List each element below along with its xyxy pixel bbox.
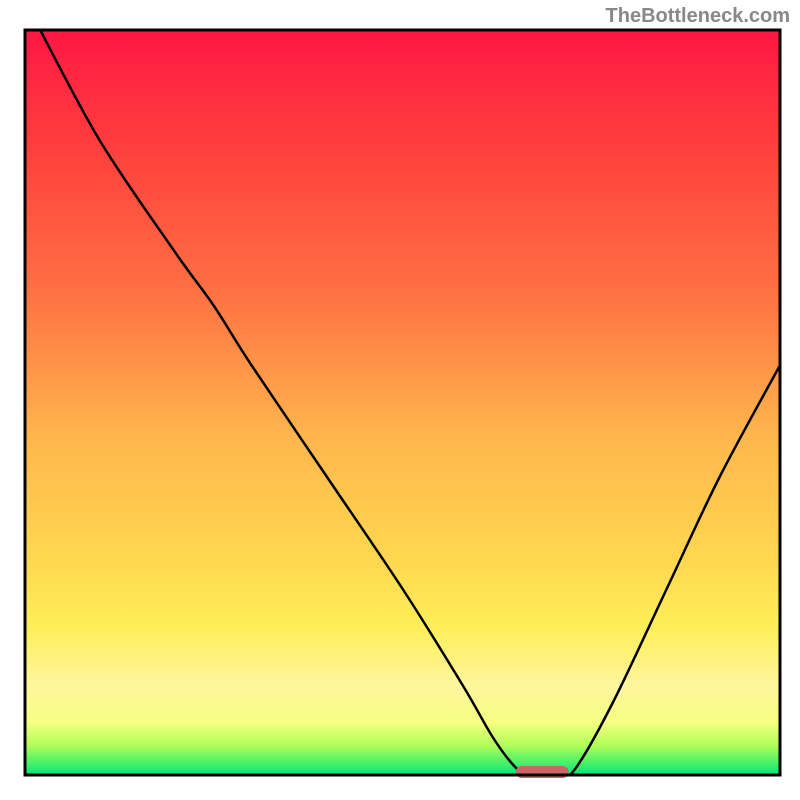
chart-container: TheBottleneck.com [0,0,800,800]
gradient-background [25,30,780,775]
chart-svg [0,0,800,800]
plot-area [25,30,780,778]
watermark-text: TheBottleneck.com [606,5,790,28]
